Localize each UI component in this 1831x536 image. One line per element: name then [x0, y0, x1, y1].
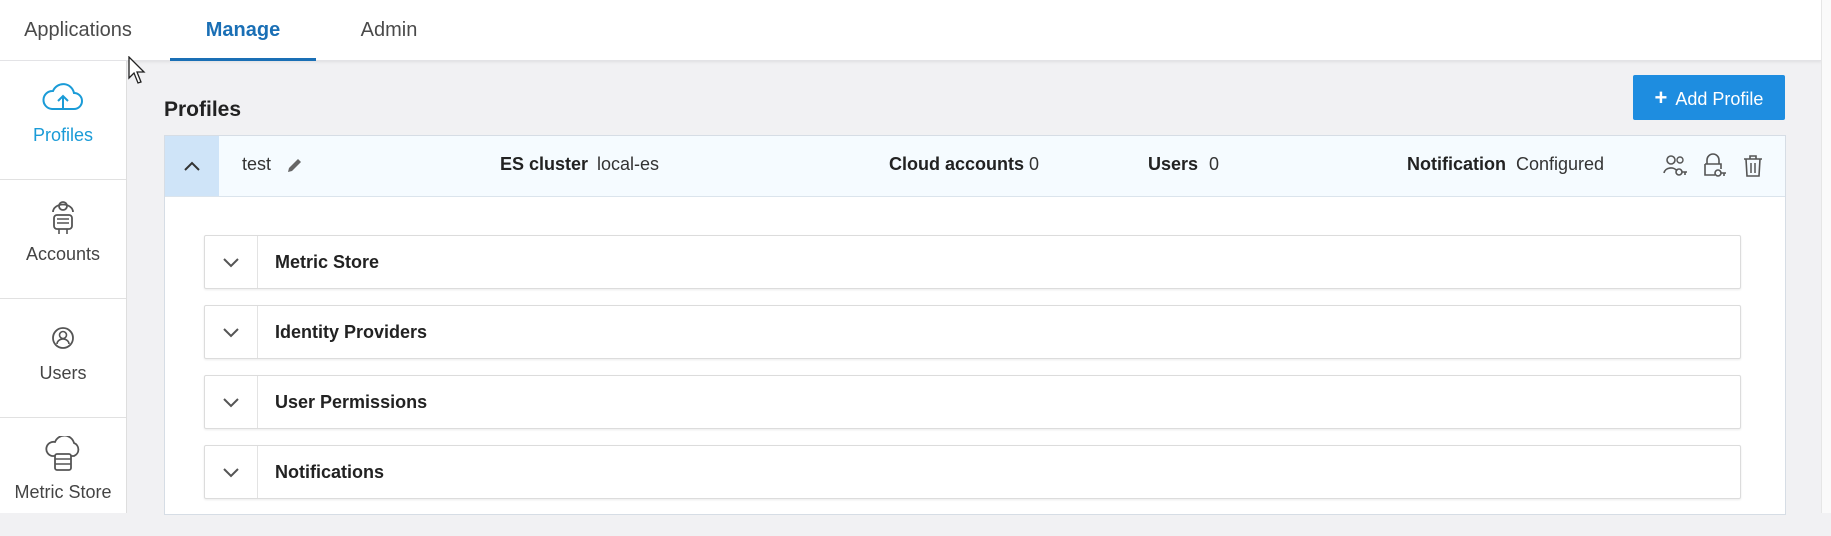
profile-header: test ES cluster local-es Cloud accounts …: [165, 136, 1785, 197]
sidebar-item-label: Users: [39, 363, 87, 383]
sidebar-item-label: Accounts: [25, 244, 101, 264]
section-title: Identity Providers: [275, 322, 428, 342]
section-title: Metric Store: [275, 252, 380, 272]
sidebar-item-profiles[interactable]: Profiles: [0, 61, 126, 180]
section-identity-providers[interactable]: Identity Providers: [204, 305, 1741, 359]
accounts-icon: [52, 201, 74, 234]
cloud-accounts-label: Cloud accounts: [889, 154, 1025, 174]
cloud-accounts-value: 0: [1029, 154, 1040, 174]
es-cluster-value: local-es: [597, 154, 660, 174]
collapse-toggle[interactable]: [165, 136, 219, 196]
tab-admin[interactable]: Admin: [356, 0, 422, 60]
tab-applications[interactable]: Applications: [18, 0, 138, 60]
sidebar-item-label: Profiles: [32, 125, 94, 145]
es-cluster-label: ES cluster: [500, 154, 589, 174]
top-nav: Applications Manage Admin: [0, 0, 1822, 61]
profile-card: test ES cluster local-es Cloud accounts …: [164, 135, 1786, 515]
notification-value: Configured: [1516, 154, 1605, 174]
sidebar-item-label: Metric Store: [14, 482, 112, 502]
mouse-cursor-icon: [128, 56, 146, 84]
chevron-down-icon: [223, 398, 239, 408]
trash-icon[interactable]: [1739, 152, 1767, 180]
sidebar: Profiles Accounts Users Metric Store: [0, 61, 127, 513]
chevron-down-icon: [223, 258, 239, 268]
section-title: Notifications: [275, 462, 385, 482]
expand-toggle[interactable]: [205, 376, 258, 428]
add-profile-button[interactable]: + Add Profile: [1633, 75, 1785, 120]
add-profile-label: Add Profile: [1675, 89, 1764, 109]
vertical-scrollbar[interactable]: [1821, 0, 1831, 513]
expand-toggle[interactable]: [205, 446, 258, 498]
sidebar-item-users[interactable]: Users: [0, 299, 126, 418]
chevron-down-icon: [223, 468, 239, 478]
section-title: User Permissions: [275, 392, 428, 412]
chevron-down-icon: [223, 328, 239, 338]
profile-name: test: [242, 154, 272, 174]
chevron-up-icon: [184, 161, 200, 171]
users-value: 0: [1209, 154, 1220, 174]
cloud-upload-icon: [42, 83, 83, 110]
page-title: Profiles: [164, 98, 242, 121]
notification-label: Notification: [1407, 154, 1506, 174]
plus-icon: +: [1654, 85, 1668, 110]
lock-key-icon[interactable]: [1700, 152, 1728, 180]
metric-store-icon: [45, 436, 80, 471]
user-circle-icon: [52, 327, 74, 349]
section-notifications[interactable]: Notifications: [204, 445, 1741, 499]
users-label: Users: [1148, 154, 1199, 174]
expand-toggle[interactable]: [205, 236, 258, 288]
section-user-permissions[interactable]: User Permissions: [204, 375, 1741, 429]
sidebar-item-accounts[interactable]: Accounts: [0, 180, 126, 299]
tab-manage[interactable]: Manage: [170, 0, 316, 61]
pencil-icon[interactable]: [283, 153, 307, 177]
section-metric-store[interactable]: Metric Store: [204, 235, 1741, 289]
sidebar-item-metric-store[interactable]: Metric Store: [0, 418, 126, 536]
user-key-icon[interactable]: [1661, 152, 1689, 180]
expand-toggle[interactable]: [205, 306, 258, 358]
